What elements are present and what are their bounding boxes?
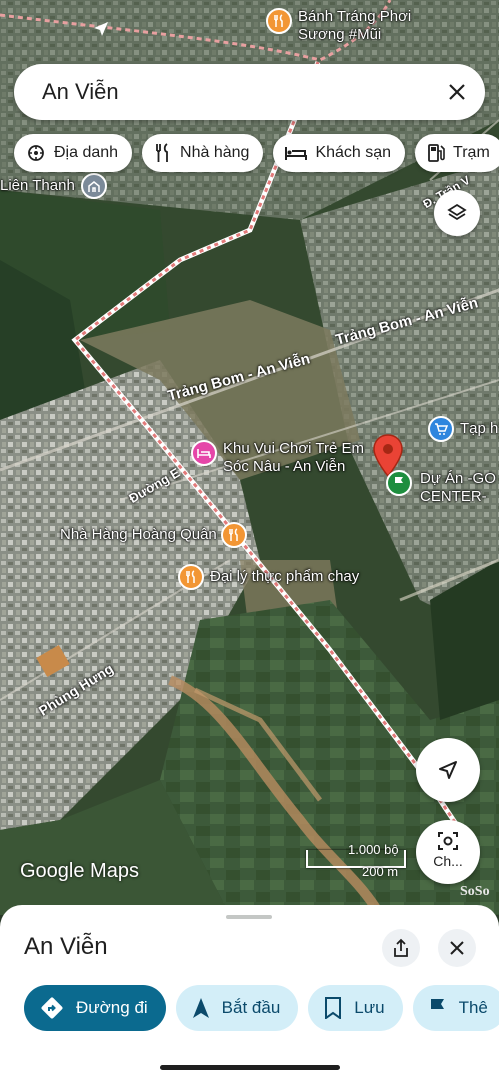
poi-banh-trang[interactable]: Bánh Tráng Phơi Sương #Mũi xyxy=(266,8,411,44)
search-bar[interactable]: An Viễn xyxy=(14,64,485,120)
camera-scan-icon xyxy=(437,831,459,851)
place-title: An Viễn xyxy=(24,933,108,960)
poi-lien-thanh[interactable]: Liên Thanh xyxy=(0,173,107,199)
lens-label: Ch... xyxy=(433,853,463,869)
home-indicator xyxy=(160,1065,340,1070)
drag-handle[interactable] xyxy=(226,915,272,919)
chip-label: Khách sạn xyxy=(315,144,392,161)
gas-station-icon xyxy=(427,143,445,163)
watermark: SoSo xyxy=(460,884,490,899)
chip-label: Trạm xyxy=(453,144,490,161)
close-icon[interactable] xyxy=(443,78,471,106)
chip-nha-hang[interactable]: Nhà hàng xyxy=(142,134,264,172)
navigation-arrow-icon xyxy=(437,759,459,781)
poi-label: Nhà Hàng Hoàng Quân xyxy=(60,526,217,543)
poi-nha-hang-hoang-quan[interactable]: Nhà Hàng Hoàng Quân xyxy=(60,522,247,548)
poi-label-line: Bánh Tráng Phơi xyxy=(298,8,412,25)
shopping-cart-icon xyxy=(428,416,454,442)
close-sheet-button[interactable] xyxy=(438,929,476,967)
bookmark-icon xyxy=(324,997,342,1019)
poi-label: Bánh Tráng Phơi Sương #Mũi xyxy=(298,8,411,44)
restaurant-icon xyxy=(178,564,204,590)
poi-label: Khu Vui Chơi Trẻ Em Sóc Nâu - An Viễn xyxy=(223,440,364,476)
hotel-bed-icon xyxy=(191,440,217,466)
action-label: Bắt đầu xyxy=(221,998,281,1017)
poi-dai-ly-thuc-pham-chay[interactable]: Đại lý thực phẩm chay xyxy=(178,564,359,590)
chip-label: Địa danh xyxy=(54,144,119,161)
share-button[interactable] xyxy=(382,929,420,967)
action-label: Lưu xyxy=(354,998,385,1017)
directions-icon xyxy=(40,996,64,1020)
restaurant-icon xyxy=(220,522,247,548)
poi-label: Tạp h xyxy=(460,420,499,437)
google-maps-logo: Google Maps xyxy=(20,860,139,882)
poi-label: Dự Án -GO CENTER- xyxy=(420,470,496,506)
directions-button[interactable]: Đường đi xyxy=(24,985,166,1031)
layers-icon xyxy=(446,202,468,224)
poi-label-line: Sương #Mũi xyxy=(298,26,382,43)
hotel-icon xyxy=(285,145,308,161)
poi-label-line: Khu Vui Chơi Trẻ Em xyxy=(223,440,364,457)
category-chips: Địa danh Nhà hàng Khách sạn Trạm xyxy=(14,134,499,172)
church-icon xyxy=(80,173,107,199)
chip-tram[interactable]: Trạm xyxy=(415,134,499,172)
poi-label-line: Sóc Nâu - An Viễn xyxy=(223,458,346,475)
search-query[interactable]: An Viễn xyxy=(42,79,443,105)
poi-label-line: Dự Án -GO xyxy=(420,470,496,487)
poi-label-line: CENTER- xyxy=(420,488,487,505)
flag-icon xyxy=(429,998,447,1018)
close-icon xyxy=(450,941,464,955)
share-icon xyxy=(392,938,410,958)
action-label: Đường đi xyxy=(76,998,148,1017)
action-label: Thê xyxy=(458,998,488,1017)
navigation-arrow-icon xyxy=(192,997,210,1019)
poi-label: Đại lý thực phẩm chay xyxy=(210,568,360,585)
lens-button[interactable]: Ch... xyxy=(416,820,480,884)
chip-label: Nhà hàng xyxy=(180,144,250,161)
scale-metric: 200 m xyxy=(362,864,399,879)
poi-du-an-go[interactable]: Dự Án -GO CENTER- xyxy=(386,470,496,506)
add-label-button[interactable]: Thê xyxy=(412,985,499,1031)
restaurant-icon xyxy=(154,143,172,163)
my-location-button[interactable] xyxy=(416,738,480,802)
start-button[interactable]: Bắt đầu xyxy=(175,985,299,1031)
compass-arrow-icon xyxy=(92,20,110,43)
chip-khach-san[interactable]: Khách sạn xyxy=(273,134,406,172)
poi-khu-vui-choi[interactable]: Khu Vui Chơi Trẻ Em Sóc Nâu - An Viễn xyxy=(191,440,364,476)
layers-button[interactable] xyxy=(434,190,480,236)
landmark-icon xyxy=(26,143,46,163)
poi-tap-hoa[interactable]: Tạp h xyxy=(428,416,498,442)
action-buttons: Đường đi Bắt đầu Lưu Thê xyxy=(24,985,499,1031)
place-bottom-sheet[interactable]: An Viễn Đường đi Bắt đầu Lưu Thê xyxy=(0,905,499,1080)
flag-icon xyxy=(386,470,412,496)
save-button[interactable]: Lưu xyxy=(308,985,403,1031)
restaurant-icon xyxy=(266,8,292,34)
poi-label: Liên Thanh xyxy=(0,177,75,194)
chip-dia-danh[interactable]: Địa danh xyxy=(14,134,133,172)
scale-imperial: 1.000 bộ xyxy=(348,842,399,857)
